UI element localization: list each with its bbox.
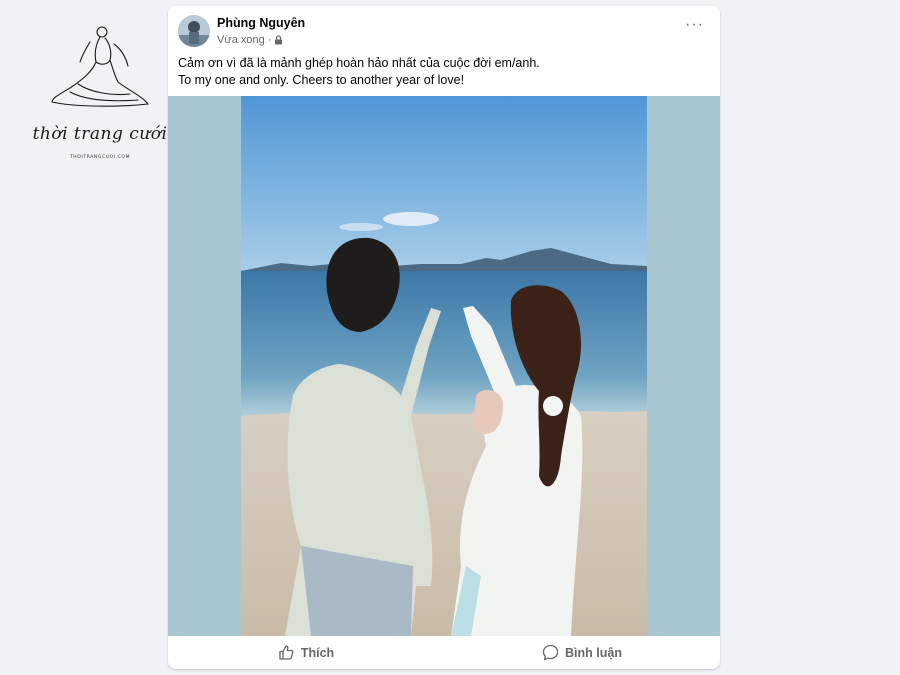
- like-button[interactable]: Thích: [168, 636, 444, 669]
- comment-bubble-icon: [542, 644, 559, 661]
- like-label: Thích: [300, 645, 335, 660]
- caption-line: To my one and only. Cheers to another ye…: [178, 73, 465, 87]
- caption-line: Cảm ơn vì đã là mảnh ghép hoàn hảo nhất …: [178, 56, 540, 70]
- more-options-button[interactable]: ···: [685, 17, 704, 33]
- post-actions: Thích Bình luận: [168, 636, 720, 669]
- comment-label: Bình luận: [565, 645, 622, 660]
- brand-name: thời trang cưới: [32, 124, 168, 144]
- post-meta: Vừa xong ·: [217, 34, 283, 46]
- post-card: Phùng Nguyên Vừa xong · ··· Cảm ơn vì đã…: [168, 6, 720, 669]
- brand-site: THOITRANGCUOI.COM: [69, 155, 131, 160]
- comment-button[interactable]: Bình luận: [444, 636, 720, 669]
- lock-icon[interactable]: [274, 35, 283, 45]
- thumbs-up-icon: [279, 645, 294, 660]
- meta-separator: ·: [267, 34, 272, 46]
- post-time[interactable]: Vừa xong: [217, 34, 265, 46]
- post-caption: Cảm ơn vì đã là mảnh ghép hoàn hảo nhất …: [178, 55, 708, 89]
- post-author[interactable]: Phùng Nguyên: [217, 16, 305, 30]
- bride-silhouette-icon: [51, 26, 150, 107]
- avatar[interactable]: [178, 15, 210, 47]
- post-photo[interactable]: [241, 96, 647, 636]
- post-photo-container[interactable]: [168, 96, 720, 636]
- watermark-logo: thời trang cưới THOITRANGCUOI.COM: [30, 22, 170, 172]
